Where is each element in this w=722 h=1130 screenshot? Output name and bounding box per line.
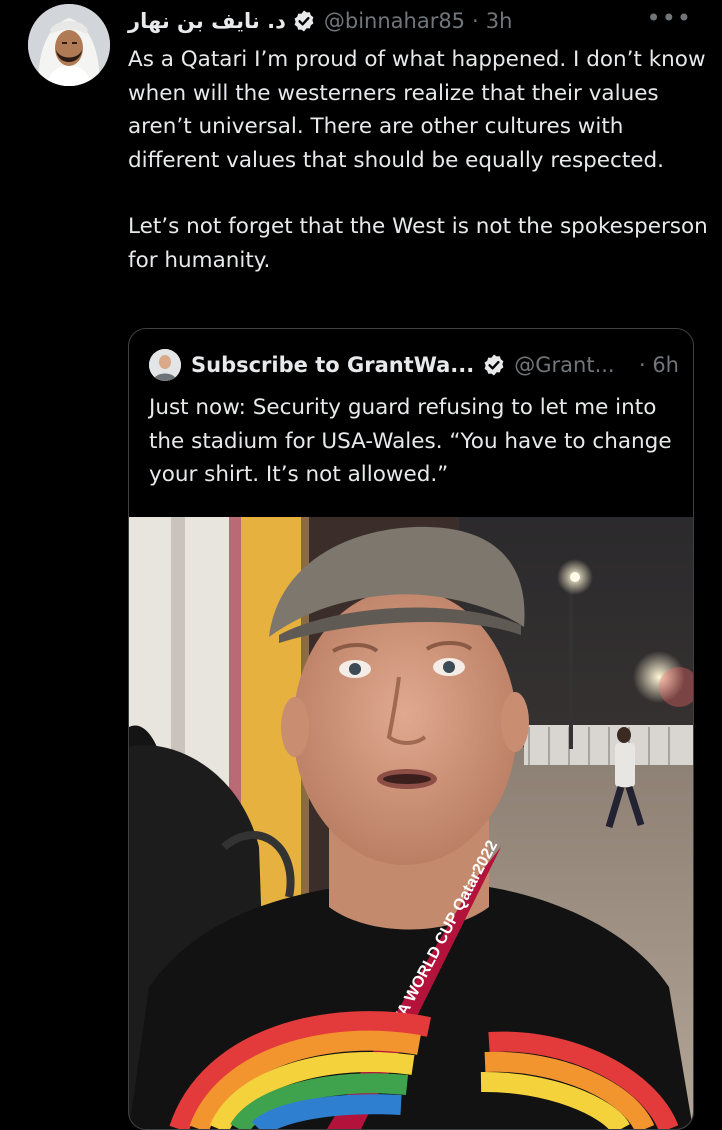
author-avatar[interactable] <box>28 4 110 86</box>
tweet-timestamp[interactable]: 3h <box>486 9 513 33</box>
tweet-header: د. نايف بن نهار @binnahar85 · 3h <box>128 6 512 36</box>
quoted-tweet-timestamp[interactable]: · 6h <box>627 353 679 377</box>
quoted-author-name[interactable]: Subscribe to GrantWa... <box>191 353 474 377</box>
quoted-author-avatar <box>149 349 181 381</box>
tweet-body: As a Qatari I’m proud of what happened. … <box>128 43 708 277</box>
more-options-icon[interactable]: ••• <box>647 4 692 32</box>
quoted-tweet-header: Subscribe to GrantWa... @Grant... · 6h <box>149 349 679 381</box>
header-separator: · <box>472 9 479 33</box>
verified-badge-icon <box>484 354 504 376</box>
verified-badge-icon <box>294 10 314 32</box>
tweet-paragraph: Let’s not forget that the West is not th… <box>128 214 708 273</box>
author-handle[interactable]: @binnahar85 <box>324 9 465 33</box>
quoted-tweet-photo[interactable]: FIFA WORLD CUP Qatar2022 <box>129 517 693 1129</box>
author-display-name[interactable]: د. نايف بن نهار <box>128 9 286 33</box>
quoted-tweet-card[interactable]: Subscribe to GrantWa... @Grant... · 6h J… <box>128 328 694 1130</box>
tweet-paragraph: As a Qatari I’m proud of what happened. … <box>128 47 706 173</box>
quoted-author-handle[interactable]: @Grant... <box>514 353 614 377</box>
quoted-tweet-body: Just now: Security guard refusing to let… <box>149 395 672 487</box>
